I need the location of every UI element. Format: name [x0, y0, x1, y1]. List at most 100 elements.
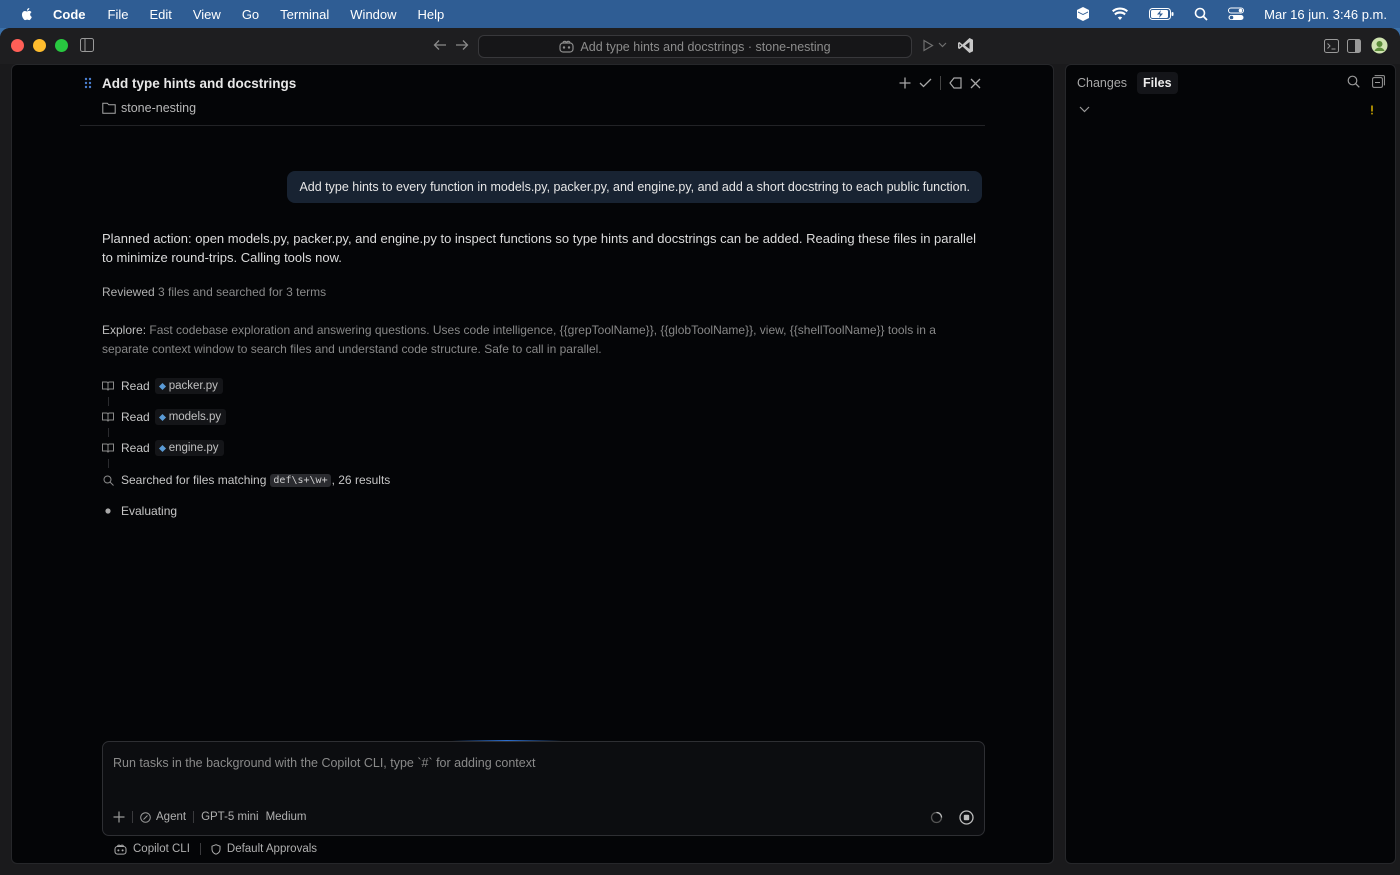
close-window-button[interactable]	[11, 39, 24, 52]
agent-icon	[140, 811, 151, 823]
menu-app-name[interactable]: Code	[53, 7, 86, 22]
assistant-response-text: Planned action: open models.py, packer.p…	[102, 231, 976, 265]
close-icon[interactable]	[970, 78, 981, 89]
copilot-cli-target[interactable]: Copilot CLI	[114, 843, 190, 855]
step-connector	[108, 459, 109, 468]
chat-session-panel: Add type hints and docstrings stone-nest…	[11, 64, 1054, 864]
book-icon	[102, 411, 114, 423]
python-file-icon	[158, 444, 166, 452]
python-file-icon	[158, 413, 166, 421]
side-panel-tools	[1347, 75, 1385, 88]
wifi-icon[interactable]	[1111, 7, 1129, 21]
command-center-label: Add type hints and docstrings · stone-ne…	[580, 39, 831, 54]
shield-icon	[211, 843, 221, 855]
copilot-icon	[114, 844, 127, 855]
header-divider	[940, 76, 941, 90]
session-title: Add type hints and docstrings	[102, 76, 297, 91]
vscode-logo-icon[interactable]	[957, 37, 974, 54]
status-label: Evaluating	[121, 504, 178, 518]
tab-files[interactable]: Files	[1137, 72, 1178, 94]
add-context-plus-icon[interactable]	[113, 811, 125, 823]
collapse-all-icon[interactable]	[1372, 75, 1385, 88]
model-picker[interactable]: GPT-5 mini	[201, 811, 259, 823]
side-tabs: Changes Files	[1071, 72, 1178, 94]
menu-go[interactable]: Go	[242, 7, 259, 22]
drag-handle-icon[interactable]	[84, 77, 92, 89]
session-folder[interactable]: stone-nesting	[102, 101, 196, 115]
menu-file[interactable]: File	[108, 7, 129, 22]
composer-toolbar: Agent GPT-5 mini Medium	[113, 811, 306, 823]
progress-dot-icon	[102, 505, 114, 517]
step-verb: Read	[121, 379, 150, 393]
back-arrow-icon[interactable]	[433, 39, 447, 51]
menu-edit[interactable]: Edit	[149, 7, 171, 22]
accept-check-icon[interactable]	[919, 78, 932, 88]
stop-button-icon[interactable]	[959, 810, 974, 825]
menu-window[interactable]: Window	[350, 7, 396, 22]
search-results: , 26 results	[331, 473, 391, 487]
menu-terminal[interactable]: Terminal	[280, 7, 329, 22]
secondary-sidebar-icon[interactable]	[1347, 39, 1361, 53]
user-message-bubble: Add type hints to every function in mode…	[287, 171, 982, 203]
apple-logo-icon[interactable]	[19, 6, 35, 22]
approvals-label: Default Approvals	[226, 843, 318, 855]
tool-step-status: Evaluating	[102, 504, 177, 518]
file-chip-packer[interactable]: packer.py	[154, 378, 223, 394]
menu-view[interactable]: View	[193, 7, 221, 22]
explore-text: Fast codebase exploration and answering …	[102, 323, 936, 356]
vscode-window: Add type hints and docstrings · stone-ne…	[0, 28, 1400, 875]
control-center-icon[interactable]	[1228, 7, 1245, 21]
step-verb: Read	[121, 410, 150, 424]
chevron-down-icon[interactable]	[1079, 106, 1090, 113]
loading-spinner-icon	[930, 811, 943, 824]
explore-tool-description: Explore: Fast codebase exploration and a…	[102, 321, 982, 359]
reviewed-label: Reviewed	[102, 285, 155, 299]
search-prefix: Searched for files matching	[121, 473, 267, 487]
package-icon[interactable]	[1075, 6, 1091, 22]
move-to-panel-icon[interactable]	[949, 77, 962, 89]
warning-indicator-icon[interactable]	[1370, 105, 1374, 115]
session-folder-label: stone-nesting	[121, 101, 197, 115]
agent-mode-picker[interactable]: Agent	[140, 811, 186, 823]
step-connector	[108, 428, 109, 437]
file-chip-models[interactable]: models.py	[154, 409, 227, 425]
search-icon[interactable]	[1347, 75, 1360, 88]
chevron-down-icon[interactable]	[938, 42, 947, 48]
forward-arrow-icon[interactable]	[455, 39, 469, 51]
explore-label: Explore:	[102, 323, 147, 337]
file-chip-label: packer.py	[168, 380, 218, 392]
search-icon	[102, 474, 114, 486]
menu-clock[interactable]: Mar 16 jun. 3:46 p.m.	[1264, 7, 1387, 22]
tab-changes[interactable]: Changes	[1071, 72, 1133, 94]
file-chip-label: models.py	[168, 411, 222, 423]
composer-right-tools	[930, 810, 974, 825]
file-chip-label: engine.py	[168, 442, 219, 454]
new-session-plus-icon[interactable]	[899, 77, 911, 89]
session-footer: Copilot CLI Default Approvals	[114, 843, 317, 855]
step-verb: Read	[121, 441, 150, 455]
file-chip-engine[interactable]: engine.py	[154, 440, 224, 456]
user-message-text: Add type hints to every function in mode…	[299, 180, 970, 194]
maximize-window-button[interactable]	[55, 39, 68, 52]
tool-step-read-packer: Read packer.py	[102, 378, 223, 394]
spotlight-search-icon[interactable]	[1194, 7, 1208, 21]
minimize-window-button[interactable]	[33, 39, 46, 52]
approvals-picker[interactable]: Default Approvals	[211, 843, 317, 855]
step-connector	[108, 397, 109, 406]
battery-icon[interactable]	[1149, 8, 1174, 20]
run-icon[interactable]	[922, 39, 934, 52]
tool-step-read-models: Read models.py	[102, 409, 227, 425]
command-center[interactable]: Add type hints and docstrings · stone-ne…	[478, 35, 912, 58]
account-avatar[interactable]	[1371, 37, 1388, 54]
composer-placeholder[interactable]: Run tasks in the background with the Cop…	[113, 756, 535, 770]
toggle-sidebar-icon[interactable]	[80, 38, 94, 52]
search-pattern-chip: def\s+\w+	[270, 473, 331, 487]
reasoning-effort-picker[interactable]: Medium	[266, 811, 307, 823]
chat-composer[interactable]: Run tasks in the background with the Cop…	[102, 741, 985, 836]
terminal-panel-icon[interactable]	[1324, 39, 1339, 53]
copilot-icon	[559, 40, 575, 53]
python-file-icon	[158, 382, 166, 390]
menu-help[interactable]: Help	[418, 7, 445, 22]
reviewed-summary[interactable]: Reviewed 3 files and searched for 3 term…	[102, 285, 326, 299]
session-header-actions	[899, 76, 981, 90]
